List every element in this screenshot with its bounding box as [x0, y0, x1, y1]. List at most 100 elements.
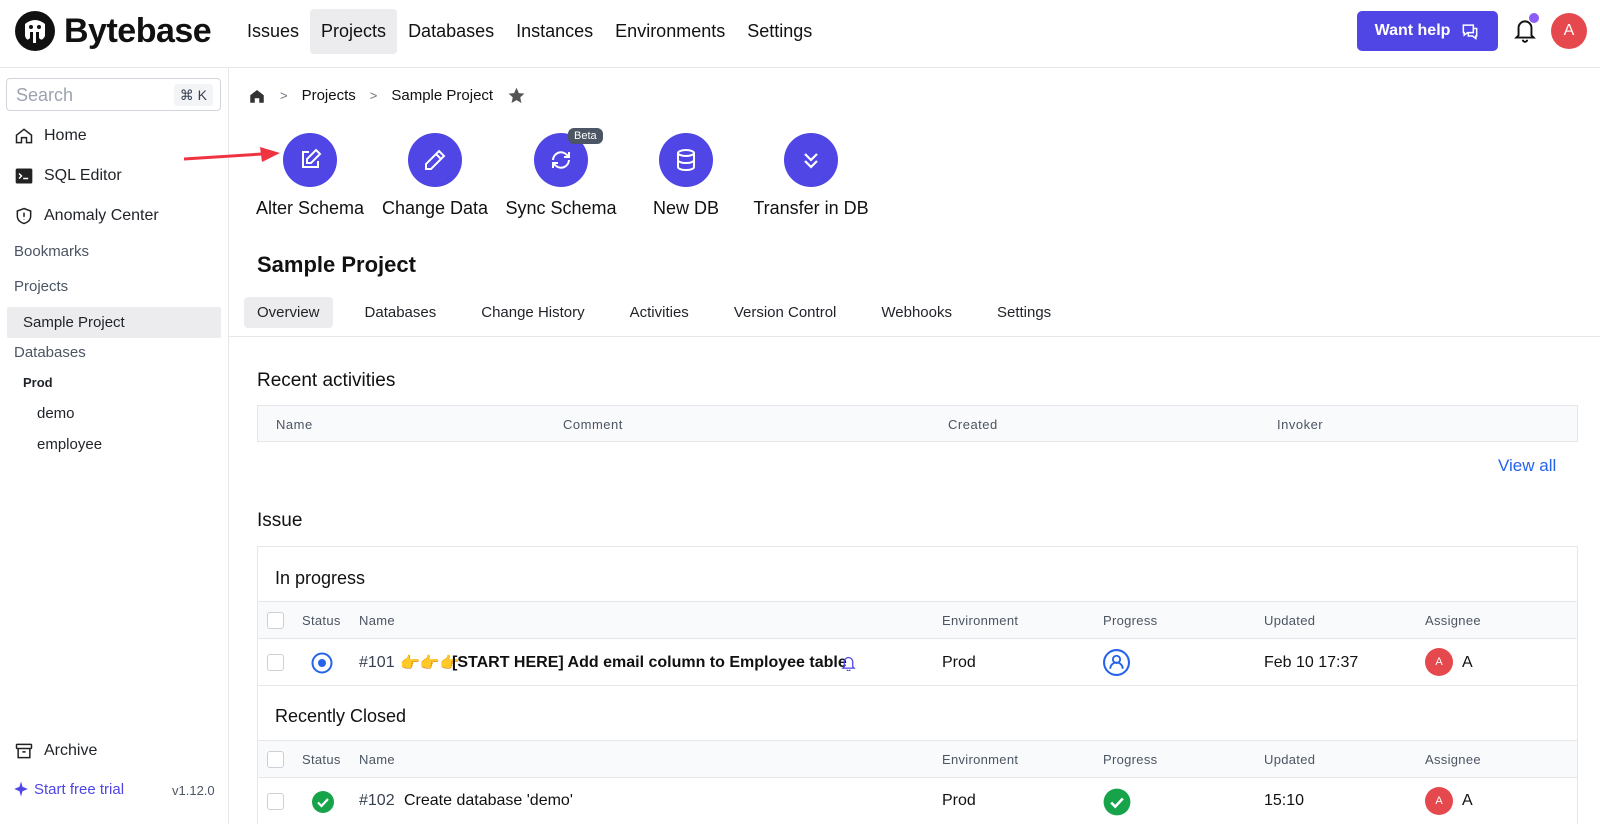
sidebar-item-label: Archive [44, 742, 98, 759]
sidebar-db-employee[interactable]: employee [37, 436, 102, 453]
notification-dot [1529, 13, 1539, 23]
issue-emoji: 👉👉👉 [400, 655, 460, 672]
row-checkbox[interactable] [267, 654, 284, 671]
sync-schema-label: Sync Schema [505, 198, 617, 218]
assignee-avatar: A [1425, 787, 1453, 815]
row-divider [258, 685, 1577, 686]
logo[interactable]: Bytebase [14, 10, 212, 52]
database-icon [677, 149, 695, 172]
app-name: Bytebase [64, 11, 212, 50]
sparkle-icon [14, 781, 28, 797]
view-all-link[interactable]: View all [1498, 456, 1556, 476]
activities-table-header: Name Comment Created Invoker [257, 405, 1578, 442]
column-header: Comment [563, 417, 623, 432]
bell-icon[interactable] [840, 654, 857, 671]
closed-table-header: Status Name Environment Progress Updated… [258, 740, 1577, 778]
transfer-db-circle [784, 133, 838, 187]
nav-databases[interactable]: Databases [397, 9, 505, 54]
alter-schema-label: Alter Schema [255, 198, 365, 218]
tab-version-control[interactable]: Version Control [721, 297, 850, 328]
tab-overview[interactable]: Overview [244, 297, 333, 328]
new-db-button[interactable]: New DB [626, 133, 746, 219]
want-help-label: Want help [1374, 22, 1451, 39]
sidebar-item-archive[interactable]: Archive [14, 741, 97, 761]
sidebar-env-prod: Prod [23, 375, 53, 390]
transfer-db-button[interactable]: Transfer in DB [751, 133, 871, 219]
sidebar-item-anomaly-center[interactable]: Anomaly Center [14, 206, 159, 226]
column-header: Assignee [1425, 752, 1481, 767]
want-help-button[interactable]: Want help [1357, 11, 1498, 51]
sidebar-item-label: Home [44, 127, 87, 144]
nav-projects[interactable]: Projects [310, 9, 398, 54]
recently-closed-heading: Recently Closed [275, 706, 407, 726]
sidebar-item-sample-project[interactable]: Sample Project [7, 307, 221, 338]
sidebar-db-demo[interactable]: demo [37, 405, 75, 422]
select-all-checkbox[interactable] [267, 751, 284, 768]
sidebar-item-sql-editor[interactable]: SQL Editor [14, 166, 122, 186]
column-header[interactable]: Name [276, 417, 313, 432]
chevron-right-icon: > [369, 88, 378, 103]
nav-settings[interactable]: Settings [736, 9, 823, 54]
select-all-checkbox[interactable] [267, 612, 284, 629]
assignee-avatar: A [1425, 648, 1453, 676]
chevron-right-icon: > [280, 88, 288, 103]
column-header: Name [359, 613, 395, 628]
alter-schema-button[interactable]: Alter Schema [250, 133, 370, 219]
column-header: Invoker [1277, 417, 1324, 432]
home-icon[interactable] [248, 87, 266, 105]
column-header: Name [359, 752, 395, 767]
tab-change-history[interactable]: Change History [468, 297, 597, 328]
search-input[interactable]: Search ⌘ K [6, 78, 221, 111]
nav-instances[interactable]: Instances [505, 9, 604, 54]
issue-title[interactable]: Create database 'demo' [404, 792, 573, 810]
column-header: Progress [1103, 752, 1158, 767]
start-free-trial-link[interactable]: Start free trial [12, 780, 124, 798]
column-header: Environment [942, 752, 1019, 767]
sidebar-item-home[interactable]: Home [14, 126, 87, 146]
sidebar: Search ⌘ K Home SQL Editor Anomaly Cente… [0, 68, 229, 824]
issue-environment: Prod [942, 792, 976, 809]
archive-icon [15, 743, 33, 759]
in-progress-heading: In progress [275, 568, 366, 588]
user-avatar[interactable]: A [1551, 13, 1587, 49]
column-header: Updated [1264, 613, 1316, 628]
issue-title[interactable]: [START HERE] Add email column to Employe… [452, 654, 847, 672]
tab-databases[interactable]: Databases [352, 297, 450, 328]
chat-icon [1463, 24, 1478, 40]
terminal-icon [15, 168, 33, 184]
status-in-progress-icon [311, 652, 333, 674]
bookmarks-section[interactable]: Bookmarks [14, 243, 89, 260]
bytebase-logo-icon [15, 11, 55, 51]
trial-label: Start free trial [34, 780, 125, 798]
column-header: Status [302, 752, 341, 767]
breadcrumb-projects[interactable]: Projects [302, 87, 356, 104]
assignee-name: A [1462, 654, 1473, 671]
star-icon[interactable] [507, 86, 526, 105]
column-header: Status [302, 613, 341, 628]
search-placeholder: Search [16, 85, 74, 105]
sync-icon [552, 151, 570, 169]
tabs-divider [229, 336, 1600, 337]
sync-schema-button[interactable]: Sync Schema [501, 133, 621, 219]
chevrons-down-icon [804, 153, 818, 169]
change-data-button[interactable]: Change Data [375, 133, 495, 219]
tab-activities[interactable]: Activities [617, 297, 702, 328]
issue-id: #102 [359, 792, 395, 809]
tab-settings[interactable]: Settings [984, 297, 1064, 328]
nav-issues[interactable]: Issues [236, 9, 310, 54]
row-checkbox[interactable] [267, 793, 284, 810]
column-header: Environment [942, 613, 1019, 628]
in-progress-table-header: Status Name Environment Progress Updated… [258, 601, 1577, 639]
issue-environment: Prod [942, 654, 976, 671]
recent-activities-heading: Recent activities [257, 370, 396, 391]
projects-section[interactable]: Projects [14, 278, 68, 295]
progress-user-icon [1103, 649, 1130, 676]
home-icon [15, 128, 33, 144]
shield-icon [16, 207, 32, 225]
transfer-db-label: Transfer in DB [753, 198, 869, 218]
tab-webhooks[interactable]: Webhooks [868, 297, 965, 328]
nav-environments[interactable]: Environments [604, 9, 736, 54]
databases-section[interactable]: Databases [14, 344, 86, 361]
sidebar-item-label: SQL Editor [44, 167, 122, 184]
column-header: Progress [1103, 613, 1158, 628]
